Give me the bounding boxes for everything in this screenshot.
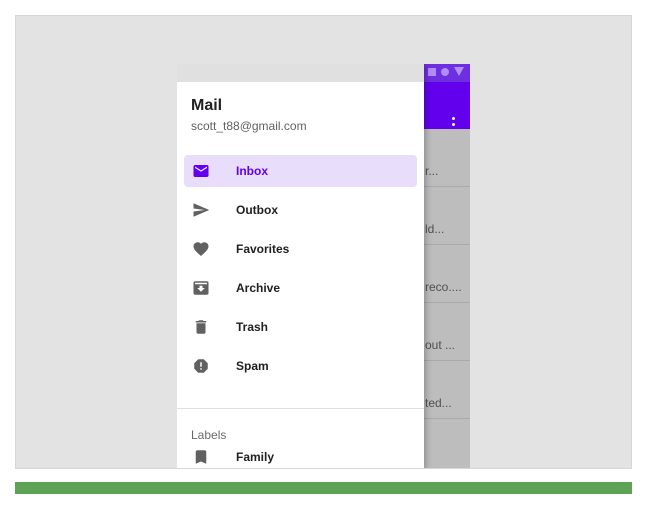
nav-item-spam[interactable]: Spam	[184, 350, 417, 382]
drawer-subtitle: scott_t88@gmail.com	[191, 119, 307, 133]
mail-snippet: ted...	[425, 396, 452, 410]
nav-item-outbox[interactable]: Outbox	[184, 194, 417, 226]
send-icon	[193, 203, 210, 217]
mail-snippet: out ...	[425, 338, 456, 352]
heart-icon	[193, 242, 209, 257]
bookmark-icon	[195, 450, 207, 464]
mail-icon	[193, 165, 209, 177]
triangle-icon	[454, 67, 464, 76]
labels-header: Labels	[191, 428, 227, 442]
divider	[177, 408, 424, 409]
nav-item-inbox[interactable]: Inbox	[184, 155, 417, 187]
phone-screen: r... ld... reco.... out ... ted... Mail …	[177, 64, 470, 468]
drawer-title: Mail	[191, 97, 223, 114]
nav-item-label: Archive	[236, 281, 281, 295]
nav-item-favorites[interactable]: Favorites	[184, 233, 417, 265]
nav-item-label: Favorites	[236, 242, 290, 256]
circle-icon	[441, 67, 449, 76]
status-icons	[428, 67, 464, 76]
nav-item-label: Trash	[236, 320, 269, 334]
nav-item-trash[interactable]: Trash	[184, 311, 417, 343]
nav-item-archive[interactable]: Archive	[184, 272, 417, 304]
progress-bar	[15, 482, 632, 494]
mail-snippet: r...	[425, 164, 439, 178]
nav-item-label: Outbox	[236, 203, 278, 217]
nav-item-label: Family	[236, 450, 275, 464]
mail-snippet: reco....	[425, 280, 462, 294]
square-icon	[428, 67, 436, 76]
archive-icon	[193, 281, 209, 295]
report-icon	[194, 359, 208, 373]
trash-icon	[195, 320, 207, 334]
nav-item-family[interactable]: Family	[184, 441, 417, 468]
navigation-drawer: Mail scott_t88@gmail.com Inbox Outbox Fa…	[177, 64, 424, 468]
nav-item-label: Spam	[236, 359, 269, 373]
canvas-frame: r... ld... reco.... out ... ted... Mail …	[15, 15, 632, 469]
nav-item-label: Inbox	[236, 164, 268, 178]
mail-snippet: ld...	[425, 222, 445, 236]
drawer-status-bar	[177, 64, 424, 82]
